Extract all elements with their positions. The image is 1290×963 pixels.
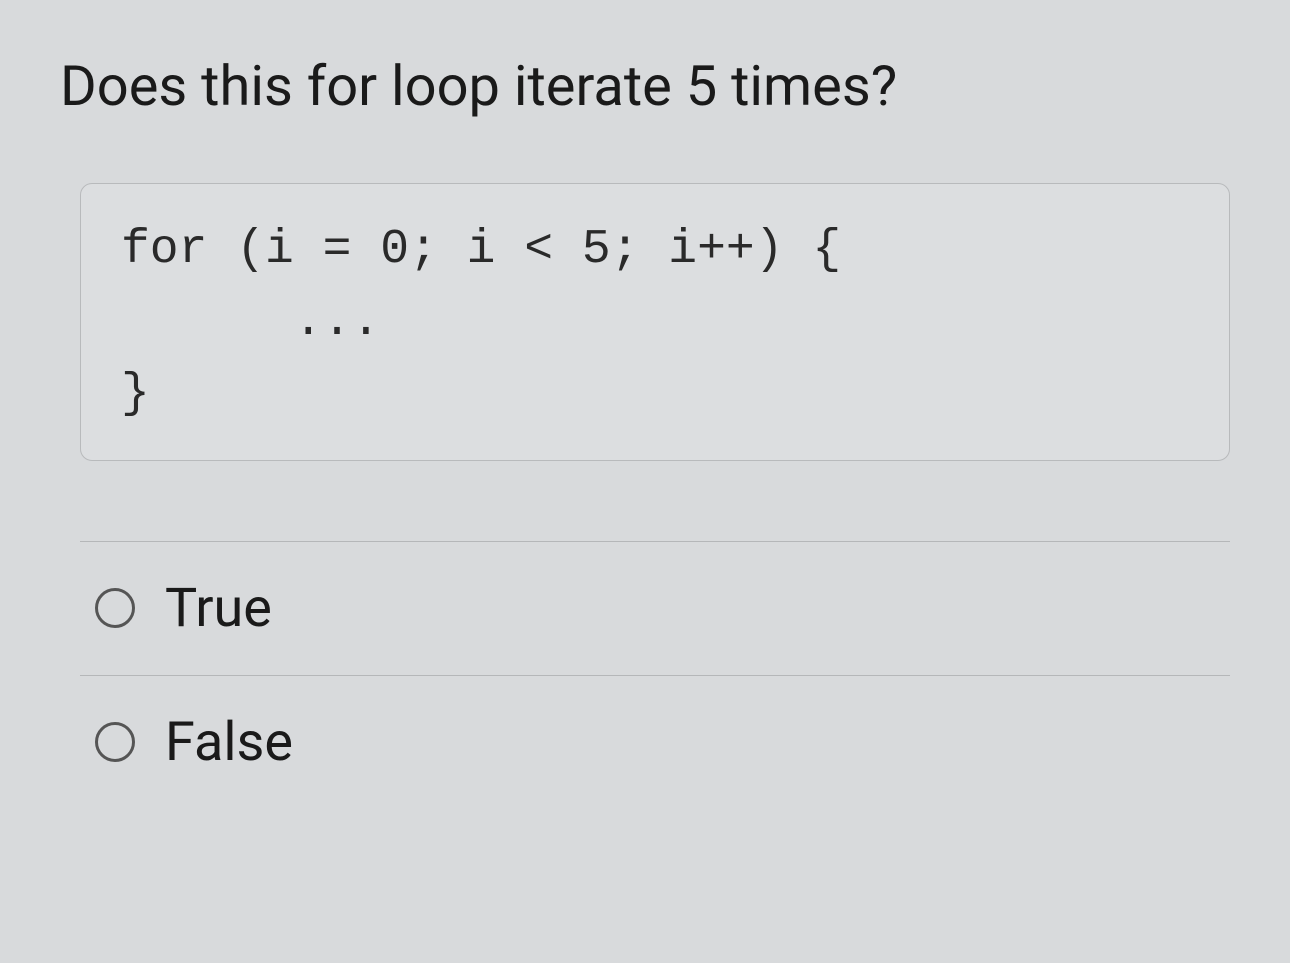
code-block: for (i = 0; i < 5; i++) { ... } [80,183,1230,461]
code-content: for (i = 0; i < 5; i++) { ... } [121,214,1189,430]
option-label: True [165,577,272,640]
question-text: Does this for loop iterate 5 times? [60,50,1230,123]
options-list: True False [80,541,1230,809]
option-false[interactable]: False [80,675,1230,809]
radio-icon[interactable] [95,588,135,628]
option-label: False [165,711,293,774]
radio-icon[interactable] [95,722,135,762]
option-true[interactable]: True [80,541,1230,675]
